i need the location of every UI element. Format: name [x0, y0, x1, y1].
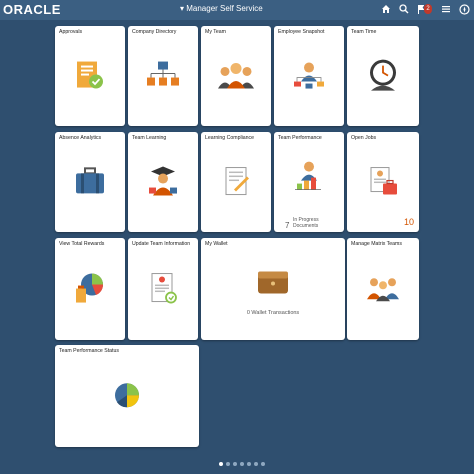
rewards-pie-icon [72, 271, 108, 312]
page-dot[interactable] [254, 462, 258, 466]
tile-approvals[interactable]: Approvals [55, 26, 125, 126]
tile-title: Update Team Information [132, 241, 191, 247]
wallet-icon [256, 268, 290, 301]
document-pen-icon [218, 164, 254, 205]
performance-chart-icon [291, 159, 327, 198]
tile-title: Approvals [59, 29, 83, 35]
job-resume-icon [365, 164, 401, 205]
update-document-icon [145, 271, 181, 312]
wallet-transactions-label: 0 Wallet Transactions [246, 310, 300, 316]
tile-update-team-information[interactable]: Update Team Information [128, 238, 198, 340]
top-banner: ORACLE ▾ Manager Self Service 2 [0, 0, 474, 20]
page-dot[interactable] [226, 462, 230, 466]
oracle-logo: ORACLE [3, 2, 61, 17]
tile-title: Team Performance [278, 135, 322, 141]
page-dot[interactable] [261, 462, 265, 466]
clock-icon [364, 57, 402, 100]
suitcase-icon [72, 165, 108, 202]
page-dot[interactable] [247, 462, 251, 466]
matrix-team-icon [365, 273, 401, 308]
tile-employee-snapshot[interactable]: Employee Snapshot [274, 26, 344, 126]
tile-title: My Team [205, 29, 226, 35]
in-progress-count: 7 [285, 221, 290, 230]
tile-title: Team Time [351, 29, 377, 35]
header-toolbar: 2 [380, 3, 470, 15]
tile-company-directory[interactable]: Company Directory [128, 26, 198, 126]
tile-open-jobs[interactable]: Open Jobs 10 [347, 132, 419, 232]
tile-manage-matrix-teams[interactable]: Manage Matrix Teams [347, 238, 419, 340]
graduate-icon [145, 164, 181, 205]
tile-title: Absence Analytics [59, 135, 102, 141]
page-dot[interactable] [233, 462, 237, 466]
page-indicator [219, 462, 265, 466]
tile-title: Team Performance Status [59, 348, 119, 354]
tile-view-total-rewards[interactable]: View Total Rewards [55, 238, 125, 340]
tile-title: Team Learning [132, 135, 167, 141]
notification-badge: 2 [424, 4, 432, 14]
open-jobs-count: 10 [403, 217, 414, 227]
notification-flag-icon[interactable]: 2 [416, 3, 434, 15]
tile-title: Manage Matrix Teams [351, 241, 402, 247]
menu-icon[interactable] [440, 3, 452, 15]
tile-title: Learning Compliance [205, 135, 255, 141]
tile-learning-compliance[interactable]: Learning Compliance [201, 132, 271, 232]
search-icon[interactable] [398, 3, 410, 15]
employee-snapshot-icon [291, 58, 327, 99]
home-icon[interactable] [380, 3, 392, 15]
tile-absence-analytics[interactable]: Absence Analytics [55, 132, 125, 232]
compass-icon[interactable] [458, 3, 470, 15]
team-people-icon [217, 58, 255, 97]
approvals-icon [72, 58, 108, 99]
tile-title: Open Jobs [351, 135, 377, 141]
page-dot[interactable] [219, 462, 223, 466]
tile-team-learning[interactable]: Team Learning [128, 132, 198, 232]
tile-title: Employee Snapshot [278, 29, 325, 35]
org-chart-icon [145, 58, 181, 99]
tile-team-performance-status[interactable]: Team Performance Status [55, 345, 199, 447]
pie-chart-icon [112, 380, 142, 415]
in-progress-label: In Progress Documents [293, 217, 319, 229]
tile-my-team[interactable]: My Team [201, 26, 271, 126]
tile-team-performance[interactable]: Team Performance 7 In Progress Documents [274, 132, 344, 232]
page-dot[interactable] [240, 462, 244, 466]
tile-my-wallet[interactable]: My Wallet 0 Wallet Transactions [201, 238, 345, 340]
tile-title: View Total Rewards [59, 241, 105, 247]
tile-title: My Wallet [205, 241, 228, 247]
tile-title: Company Directory [132, 29, 177, 35]
homepage-selector[interactable]: ▾ Manager Self Service [180, 4, 263, 13]
tile-team-time[interactable]: Team Time [347, 26, 419, 126]
